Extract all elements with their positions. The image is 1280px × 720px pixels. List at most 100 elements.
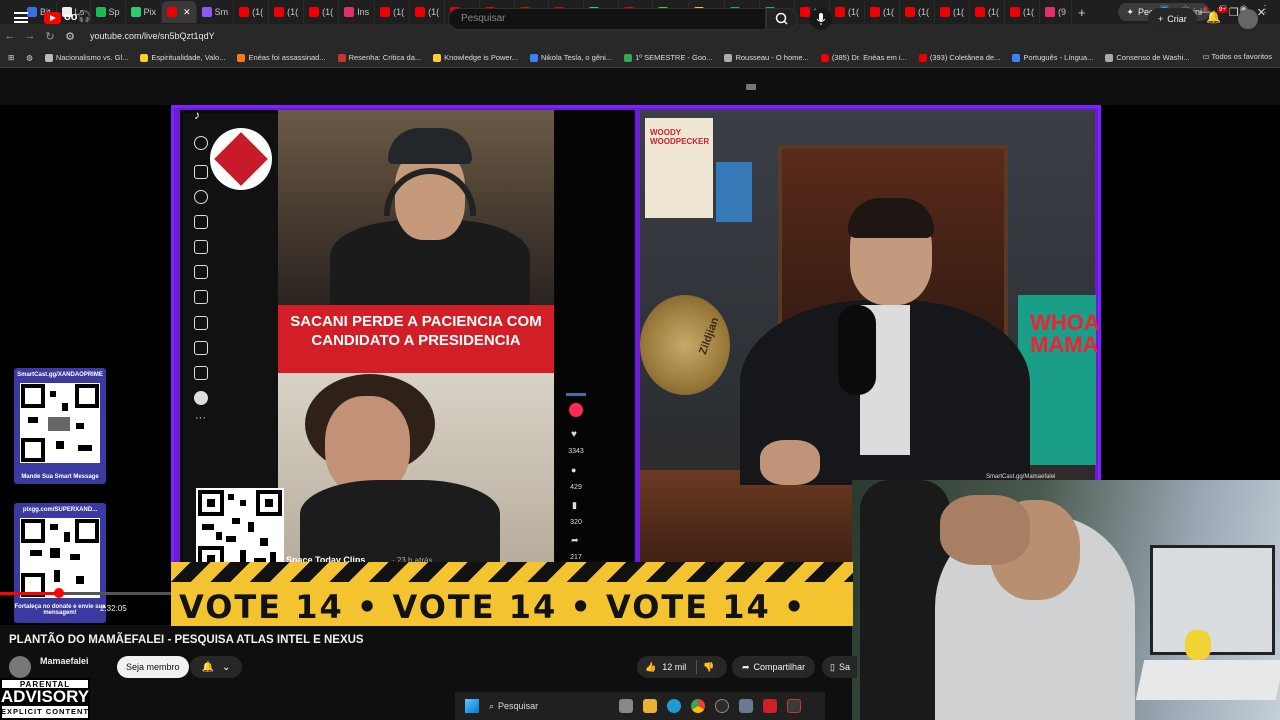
youtube-logo-doodle[interactable]: ᴏᴏ🎧: [64, 10, 91, 23]
tiktok-action-column: [555, 110, 633, 565]
voice-search-button[interactable]: [810, 8, 832, 30]
browser-tab[interactable]: Sm: [197, 1, 235, 23]
tab-favicon-icon: [95, 7, 106, 17]
github-desktop-icon[interactable]: [715, 699, 729, 713]
tab-favicon-icon: [380, 7, 391, 17]
youtube-logo-icon[interactable]: [44, 12, 61, 24]
channel-name[interactable]: Mamaefalei: [40, 656, 89, 666]
back-icon[interactable]: ←: [0, 30, 20, 42]
obs-icon[interactable]: [787, 699, 801, 713]
tab-label: Pix: [143, 7, 157, 17]
bookmark-favicon-icon: [624, 53, 633, 62]
forward-icon[interactable]: →: [20, 30, 40, 42]
browser-tab[interactable]: (1(: [830, 1, 866, 23]
chrome-icon[interactable]: [691, 699, 705, 713]
smartcast-qr-url: SmartCast.gg/XANDAOPRIME: [17, 372, 103, 378]
browser-tab[interactable]: (1(: [865, 1, 901, 23]
bookmark-item[interactable]: (393) Coletânea de...: [918, 53, 1000, 62]
menu-hamburger-icon[interactable]: [14, 12, 28, 23]
tab-label: (1(: [287, 7, 299, 17]
new-tab-button[interactable]: +: [1072, 5, 1092, 20]
bookmark-item[interactable]: Português - Língua...: [1012, 53, 1093, 62]
bookmark-item[interactable]: Enéas foi assassinad...: [237, 53, 326, 62]
windows-start-icon[interactable]: [465, 699, 479, 713]
bookmark-item[interactable]: Resenha: Crítica da...: [337, 53, 421, 62]
menu-dots-icon[interactable]: ⋮: [1260, 4, 1270, 15]
tiktok-comment-count: 429: [570, 484, 582, 491]
browser-tab[interactable]: (1(: [900, 1, 936, 23]
bookmark-favicon-icon: [918, 53, 927, 62]
keyboard-icon[interactable]: [746, 84, 756, 90]
bookmark-favicon-icon: [724, 53, 733, 62]
host-hair: [848, 198, 934, 238]
browser-tab[interactable]: (1(: [410, 1, 446, 23]
bookmark-item[interactable]: Knowledge is Power...: [433, 53, 518, 62]
browser-tab[interactable]: (1(: [304, 1, 340, 23]
tab-label: (1(: [322, 7, 334, 17]
site-info-icon[interactable]: ⚙: [60, 30, 80, 43]
microphone-icon: [816, 13, 826, 25]
like-button[interactable]: 👍 12 mil 👎: [637, 656, 727, 678]
browser-tab[interactable]: (1(: [234, 1, 270, 23]
github-icon[interactable]: ◍: [26, 53, 33, 62]
share-button[interactable]: ➦ Compartilhar: [732, 656, 816, 678]
browser-tab[interactable]: (9: [1040, 1, 1073, 23]
create-button[interactable]: + Criar: [1148, 8, 1197, 30]
tab-close-icon[interactable]: ✕: [183, 7, 191, 18]
file-explorer-icon[interactable]: [643, 699, 657, 713]
tiktok-tv-icon: [194, 290, 208, 304]
bookmark-item[interactable]: (385) Dr. Enéas em i...: [820, 53, 907, 62]
tab-favicon-icon: [905, 7, 916, 17]
podcast-microphone: [838, 305, 876, 395]
search-button[interactable]: [766, 8, 798, 30]
browser-tab[interactable]: (1(: [935, 1, 971, 23]
browser-tab[interactable]: Pix: [126, 1, 163, 23]
all-favorites-button[interactable]: ▭ Todos os favoritos: [1203, 52, 1273, 61]
share-label: Compartilhar: [753, 662, 806, 672]
bookmark-item[interactable]: Espiritualidade, Valo...: [140, 53, 225, 62]
save-button[interactable]: ▯ Sa: [822, 656, 857, 678]
tab-label: (1(: [393, 7, 405, 17]
tab-favicon-icon: [201, 7, 212, 17]
subscription-bell-button[interactable]: 🔔 ⌄: [190, 656, 242, 678]
thumbs-down-icon[interactable]: 👎: [703, 662, 714, 673]
edge-icon[interactable]: [667, 699, 681, 713]
bookmark-item[interactable]: Nacionalismo vs. Gl...: [44, 53, 128, 62]
bookmark-item[interactable]: Nikola Tesla, o gêni...: [529, 53, 612, 62]
settings-icon[interactable]: [739, 699, 753, 713]
search-input[interactable]: Pesquisar: [448, 8, 766, 30]
browser-tab[interactable]: Ins: [339, 1, 376, 23]
browser-tab[interactable]: ✕: [162, 1, 197, 23]
tab-favicon-icon: [344, 7, 355, 17]
bookmark-favicon-icon: [44, 53, 53, 62]
join-member-button[interactable]: Seja membro: [117, 656, 189, 678]
taskbar-search[interactable]: ⌕ Pesquisar: [489, 701, 609, 712]
reload-icon[interactable]: ↻: [40, 30, 60, 43]
browser-tab[interactable]: (1(: [1005, 1, 1041, 23]
progress-scrubber[interactable]: [54, 588, 64, 598]
pix-qr-code: [20, 518, 100, 598]
tab-favicon-icon: [940, 7, 951, 17]
account-avatar[interactable]: [1238, 9, 1258, 29]
task-view-icon[interactable]: [619, 699, 633, 713]
bookmark-favicon-icon: [1012, 53, 1021, 62]
bookmark-item[interactable]: Consenso de Washi...: [1105, 53, 1189, 62]
browser-tab[interactable]: (1(: [269, 1, 305, 23]
timecode: 2:32:05: [100, 604, 127, 613]
tiktok-upload-icon: [194, 366, 208, 380]
progress-bar-fill: [0, 592, 60, 595]
apps-icon[interactable]: ⊞: [8, 53, 14, 62]
channel-avatar[interactable]: [9, 656, 31, 678]
bookmark-item[interactable]: Rousseau - O home...: [724, 53, 809, 62]
tiktok-logo-icon: ♪: [194, 108, 200, 122]
tab-favicon-icon: [239, 7, 250, 17]
browser-tab[interactable]: (1(: [970, 1, 1006, 23]
bookmark-item[interactable]: 1º SEMESTRE - Goo...: [624, 53, 712, 62]
bookmark-label: Knowledge is Power...: [444, 53, 518, 62]
save-label: Sa: [838, 662, 850, 672]
browser-tab[interactable]: (1(: [375, 1, 411, 23]
app-red-icon[interactable]: [763, 699, 777, 713]
browser-tab[interactable]: Sp: [91, 1, 126, 23]
tab-label: Sm: [214, 7, 229, 17]
url-field[interactable]: youtube.com/live/sn5bQzt1qdY: [90, 31, 215, 41]
